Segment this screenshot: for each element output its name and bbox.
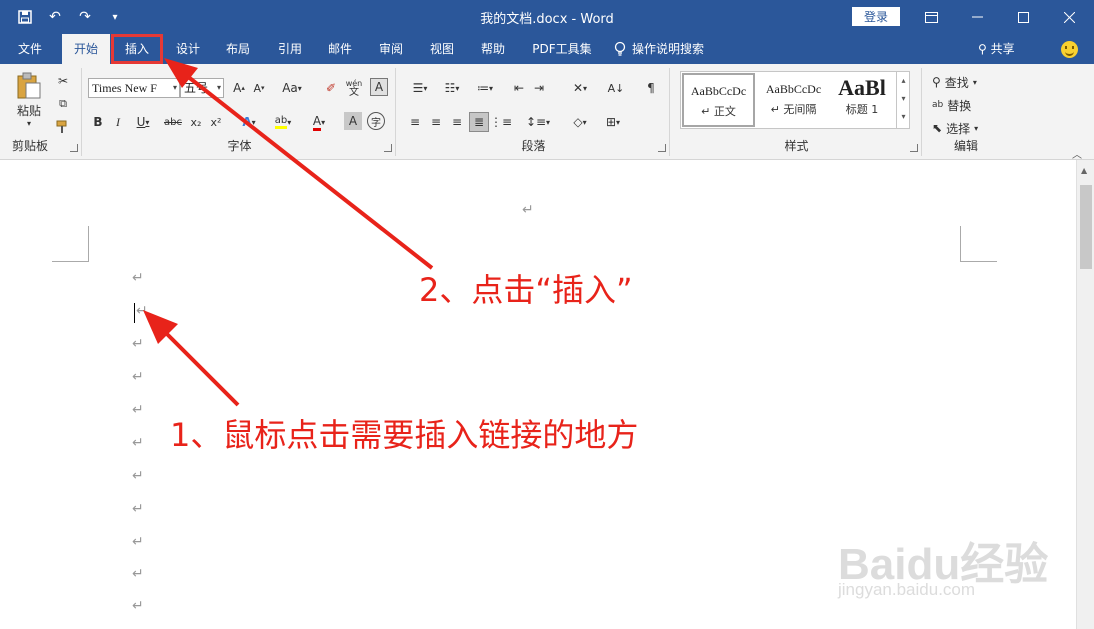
annotation-step-2: 2、点击“插入”	[419, 271, 633, 309]
arrowhead-insert-tab	[164, 58, 198, 88]
arrow-to-insert-tab	[180, 70, 434, 270]
arrow-to-cursor	[158, 325, 240, 407]
annotation-step-1: 1、鼠标点击需要插入链接的地方	[170, 416, 639, 454]
annotation-arrows	[143, 58, 434, 407]
